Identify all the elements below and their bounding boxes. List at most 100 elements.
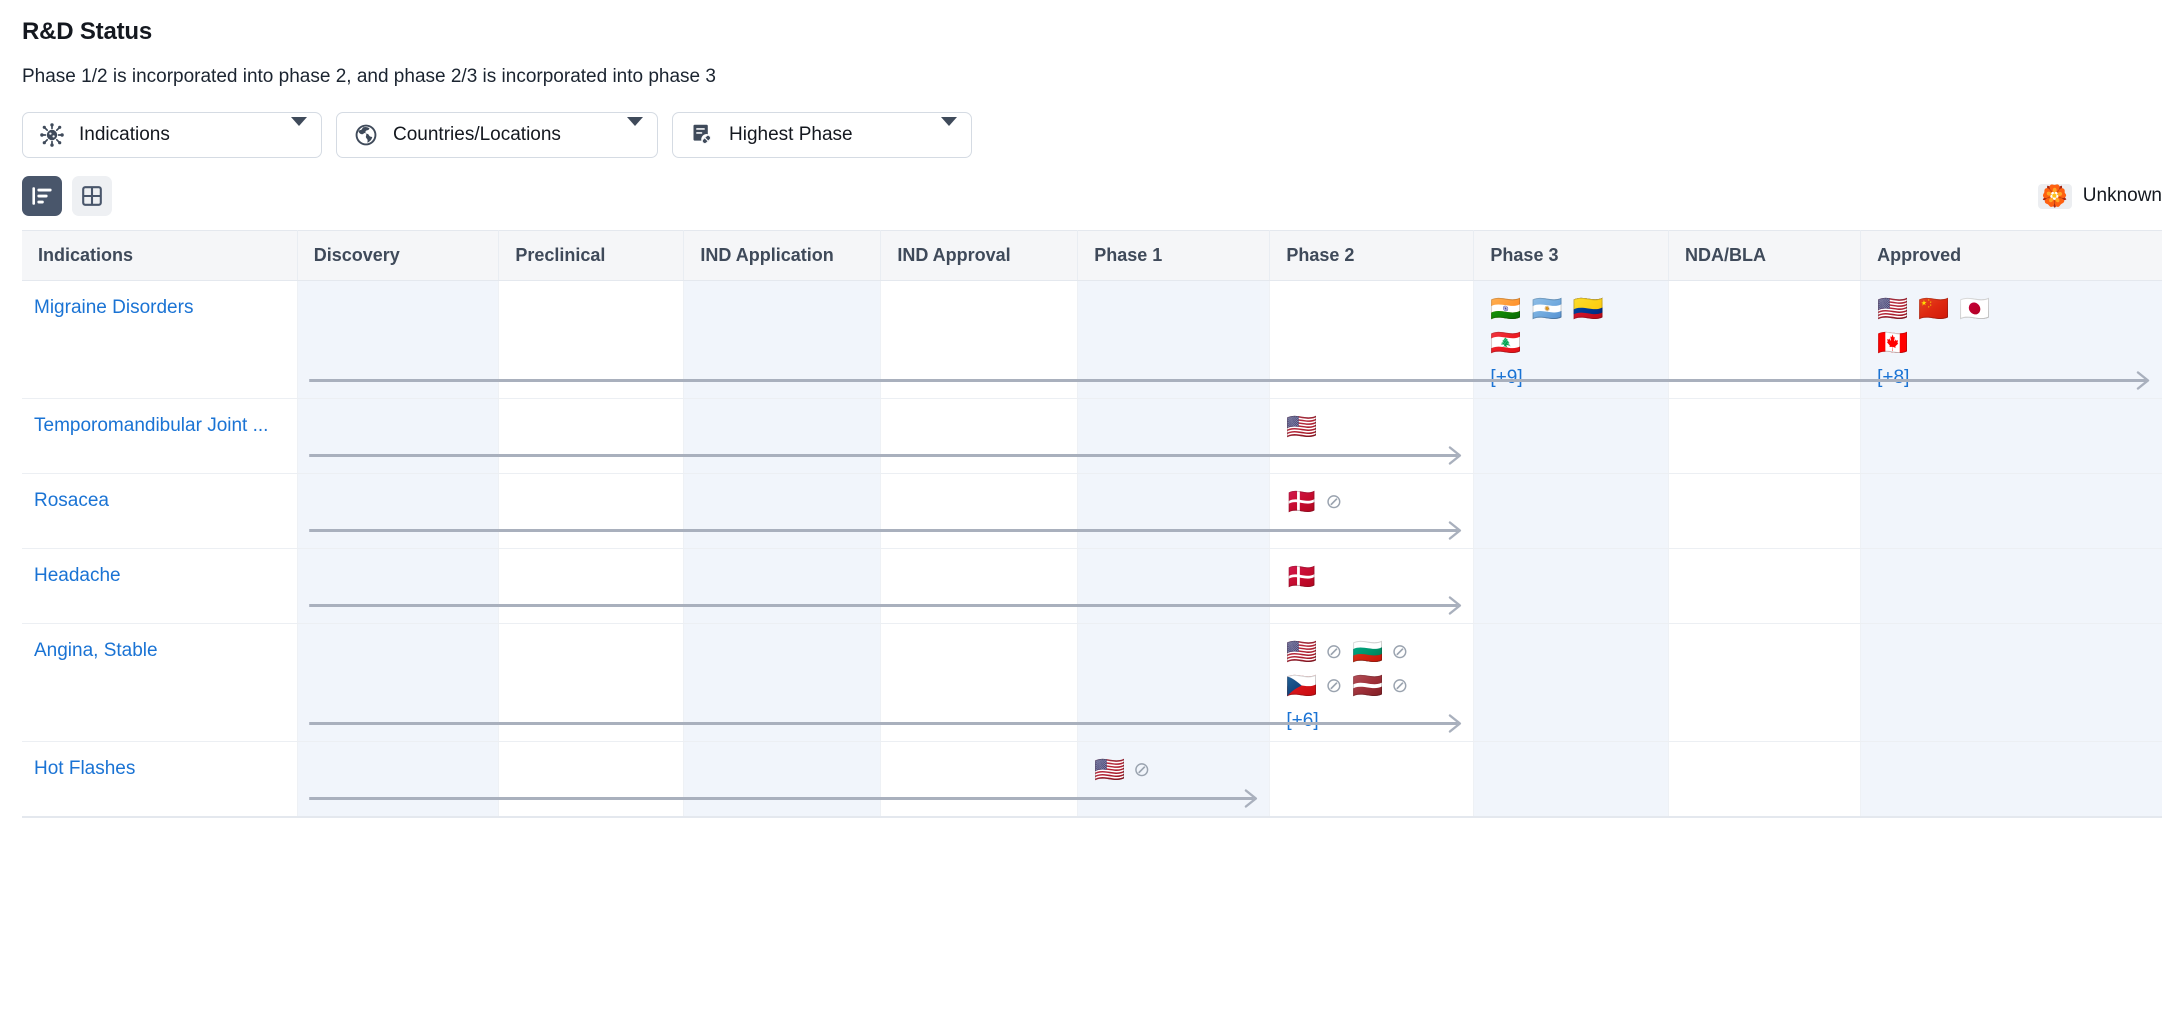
latvia-flag: 🇱🇻 [1352,672,1384,700]
filter-highest-phase[interactable]: Highest Phase [672,112,972,158]
indication-link[interactable]: Migraine Disorders [34,297,193,318]
phase-cell [1269,741,1475,817]
indication-link[interactable]: Hot Flashes [34,758,135,779]
page-title: R&D Status [22,18,153,45]
phase-cell: 🇺🇸 ⊘ [1077,741,1271,817]
country-flag-item[interactable]: 🇨🇿 ⊘ [1286,672,1342,700]
column-header-indications: Indications [22,230,298,281]
table-row: Migraine Disorders 🇮🇳 🇦🇷 🇨🇴 🇱🇧 [+9] 🇺🇸 🇨🇳 🇯🇵 🇨🇦 [+… [22,280,2162,399]
country-flag-item[interactable]: 🇨🇳 [1918,295,1949,323]
table-row: Temporomandibular Joint ... 🇺🇸 [22,398,2162,474]
filter-indications[interactable]: Indications [22,112,322,158]
chevron-down-icon[interactable] [269,117,307,144]
indication-link[interactable]: Rosacea [34,490,109,511]
column-header-approved: Approved [1860,230,2162,281]
table-row: Hot Flashes 🇺🇸 ⊘ [22,741,2162,817]
filter-countries[interactable]: Countries/Locations [336,112,658,158]
indication-link[interactable]: Angina, Stable [34,640,158,661]
phase-cell [683,473,882,549]
indication-link[interactable]: Temporomandibular Joint ... [34,415,268,436]
unknown-flag-icon: 🏵️ [2037,183,2072,209]
phase-cell [880,280,1079,399]
country-flag-item[interactable]: 🇦🇷 [1532,295,1563,323]
bar-list-icon [32,187,52,205]
indication-cell: Rosacea [22,473,298,549]
czech-republic-flag: 🇨🇿 [1286,672,1318,700]
rd-status-table-wrap: Indications Discovery Preclinical IND Appli… [22,230,2162,818]
column-header-phase-1: Phase 1 [1077,230,1271,281]
phase-cell: 🇮🇳 🇦🇷 🇨🇴 🇱🇧 [+9] [1473,280,1669,399]
column-header-phase-2: Phase 2 [1269,230,1475,281]
phase-cell [1668,741,1862,817]
column-header-phase-3: Phase 3 [1473,230,1669,281]
country-flag-item[interactable]: 🇺🇸 [1286,413,1317,441]
phase-cell [1860,473,2162,549]
phase-cell [297,398,500,474]
chevron-down-icon[interactable] [605,117,643,144]
column-header-ind-application: IND Application [683,230,882,281]
phase-cell [1077,548,1271,624]
country-flag-item[interactable]: 🇨🇴 [1573,295,1604,323]
phase-cell [880,741,1079,817]
country-flag-item[interactable]: 🇧🇬 ⊘ [1352,638,1408,666]
phase-cell [1668,623,1862,742]
more-countries-link[interactable]: [+9] [1490,367,1668,389]
phase-cell: 🇺🇸 ⊘ 🇧🇬 ⊘ 🇨🇿 ⊘ 🇱🇻 ⊘ [+6] [1269,623,1475,742]
grid-view-toggle[interactable] [72,176,112,216]
phase-cell [683,398,882,474]
country-flag-item[interactable]: 🇩🇰 ⊘ [1286,488,1342,516]
india-flag: 🇮🇳 [1490,295,1522,323]
chart-view-toggle[interactable] [22,176,62,216]
china-flag: 🇨🇳 [1918,295,1950,323]
legend-unknown-label: Unknown [2082,185,2162,206]
legend-unknown: 🏵️ Unknown [2037,183,2162,209]
indication-link[interactable]: Headache [34,565,121,586]
table-row: Rosacea 🇩🇰 ⊘ [22,473,2162,549]
view-toolbar: 🏵️ Unknown [22,176,2162,216]
page-subtitle: Phase 1/2 is incorporated into phase 2, … [22,66,716,87]
united-states-flag: 🇺🇸 [1877,295,1909,323]
table-header-row: Indications Discovery Preclinical IND Appli… [22,230,2162,281]
phase-cell [1077,473,1271,549]
country-flag-item[interactable]: 🇱🇧 [1490,329,1521,357]
table-body: Migraine Disorders 🇮🇳 🇦🇷 🇨🇴 🇱🇧 [+9] 🇺🇸 🇨🇳 🇯🇵 🇨🇦 [+… [22,280,2162,817]
indication-cell: Hot Flashes [22,741,298,817]
grid-icon [82,186,102,206]
country-flag-item[interactable]: 🇺🇸 [1877,295,1908,323]
phase-cell [498,741,685,817]
phase-cell [1077,623,1271,742]
discontinued-icon: ⊘ [1133,759,1151,781]
country-flag-item[interactable]: 🇱🇻 ⊘ [1352,672,1408,700]
phase-cell [297,548,500,624]
discontinued-icon: ⊘ [1325,641,1343,663]
phase-cell [297,473,500,549]
phase-cell [1473,741,1669,817]
column-header-discovery: Discovery [297,230,500,281]
country-flag-item[interactable]: 🇺🇸 ⊘ [1286,638,1342,666]
united-states-flag: 🇺🇸 [1286,638,1318,666]
chevron-down-icon[interactable] [919,117,957,144]
column-header-nda-bla: NDA/BLA [1668,230,1862,281]
country-flag-item[interactable]: 🇨🇦 [1877,329,1908,357]
country-flag-item[interactable]: 🇩🇰 [1286,563,1317,591]
phase-cell [498,280,685,399]
phase-cell [1668,398,1862,474]
filter-countries-label: Countries/Locations [393,124,561,145]
phase-cell [1077,398,1271,474]
phase-cell: 🇩🇰 ⊘ [1269,473,1475,549]
more-countries-link[interactable]: [+6] [1286,710,1473,732]
phase-cell [1077,280,1271,399]
phase-cell [1860,741,2162,817]
country-flag-item[interactable]: 🇺🇸 ⊘ [1094,756,1150,784]
phase-cell [297,280,500,399]
rd-status-page: R&D Status Phase 1/2 is incorporated int… [0,0,2184,1016]
phase-cell [683,623,882,742]
more-countries-link[interactable]: [+8] [1877,367,2162,389]
colombia-flag: 🇨🇴 [1572,295,1604,323]
country-flag-item[interactable]: 🇮🇳 [1490,295,1521,323]
column-header-preclinical: Preclinical [498,230,685,281]
country-flag-item[interactable]: 🇯🇵 [1959,295,1990,323]
phase-cell [498,623,685,742]
indication-cell: Migraine Disorders [22,280,298,399]
globe-icon [353,122,379,148]
